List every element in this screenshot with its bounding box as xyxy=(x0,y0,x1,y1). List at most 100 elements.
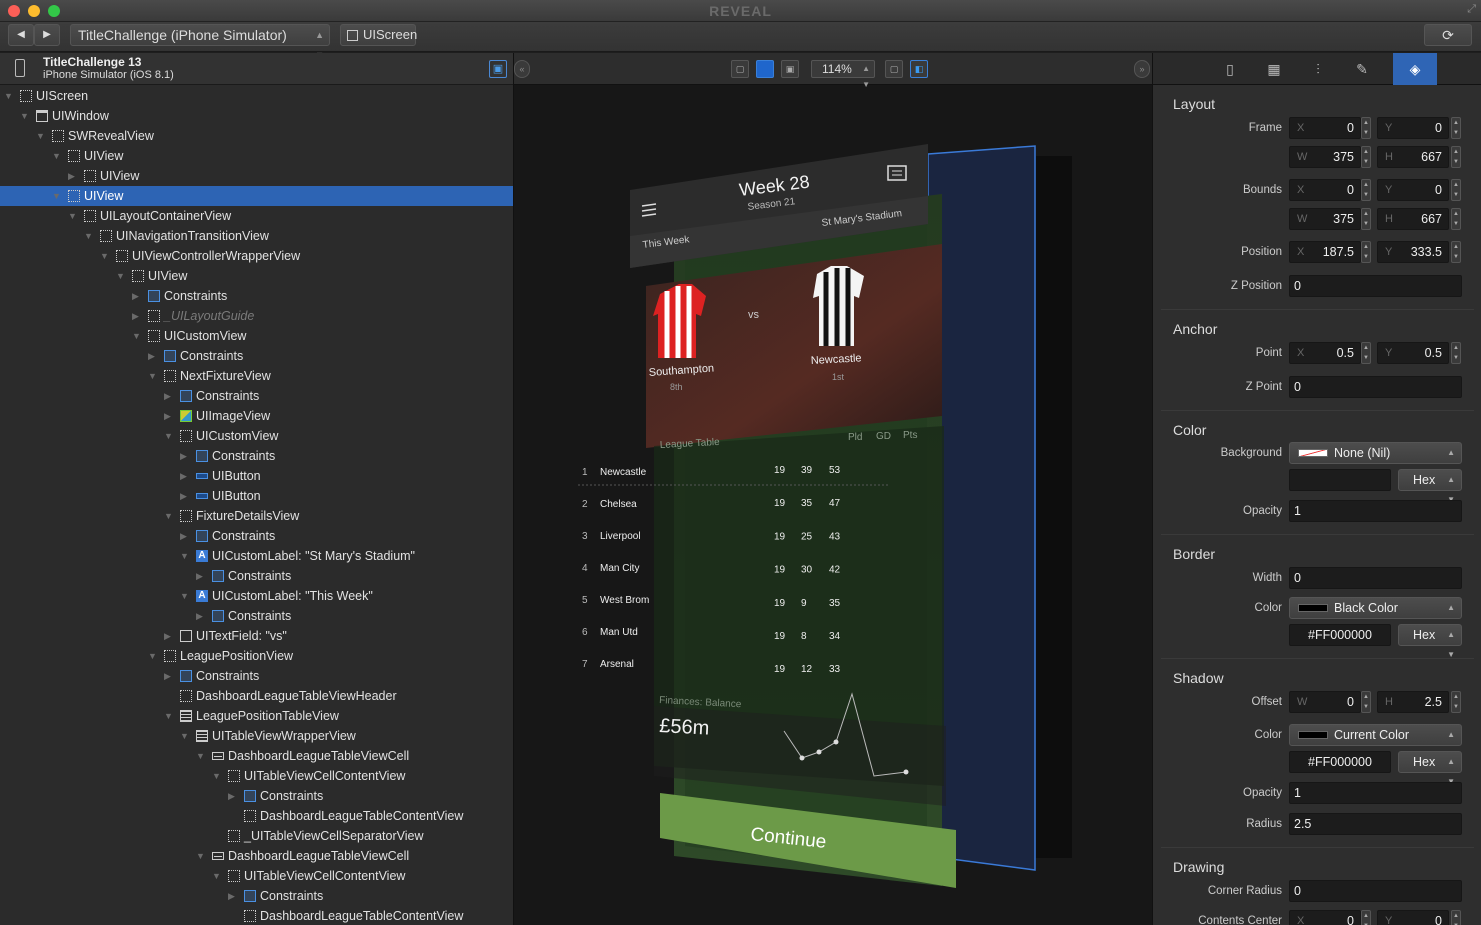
contents-center-y-field[interactable]: Y0 xyxy=(1377,910,1449,925)
frame-y-stepper[interactable]: ▲ ▼ xyxy=(1451,117,1461,139)
frame-x-stepper[interactable]: ▲ ▼ xyxy=(1361,117,1371,139)
disclosure-open-icon[interactable]: ▼ xyxy=(196,746,206,766)
tree-row[interactable]: ▶ Constraints xyxy=(0,886,513,906)
breadcrumb-uiscreen[interactable]: UIScreen xyxy=(340,24,417,46)
disclosure-open-icon[interactable]: ▼ xyxy=(52,146,62,166)
background-hex-field[interactable] xyxy=(1289,469,1391,491)
tree-row[interactable]: ▼ UIViewControllerWrapperView xyxy=(0,246,513,266)
tree-row[interactable]: DashboardLeagueTableContentView xyxy=(0,906,513,925)
tree-row[interactable]: DashboardLeagueTableViewHeader xyxy=(0,686,513,706)
anchor-y-field[interactable]: Y 0.5 xyxy=(1377,342,1449,364)
collapse-right-button[interactable]: » xyxy=(1134,60,1150,78)
disclosure-open-icon[interactable]: ▼ xyxy=(180,586,190,606)
sliders-tab-icon[interactable]: ⫶ xyxy=(1307,59,1329,79)
disclosure-closed-icon[interactable]: ▶ xyxy=(132,306,142,326)
tree-row[interactable]: ▼ UITableViewCellContentView xyxy=(0,766,513,786)
tree-row[interactable]: ▶ UIButton xyxy=(0,486,513,506)
position-y-field[interactable]: Y 333.5 xyxy=(1377,241,1449,263)
disclosure-open-icon[interactable]: ▼ xyxy=(132,326,142,346)
disclosure-open-icon[interactable]: ▼ xyxy=(180,726,190,746)
2d-mode-button[interactable]: ▢ xyxy=(885,60,903,78)
disclosure-open-icon[interactable]: ▼ xyxy=(68,206,78,226)
disclosure-open-icon[interactable]: ▼ xyxy=(164,506,174,526)
frame-x-field[interactable]: X0 xyxy=(1289,117,1361,139)
refresh-button[interactable]: ⟳ xyxy=(1424,24,1472,46)
disclosure-closed-icon[interactable]: ▶ xyxy=(68,166,78,186)
3d-canvas[interactable]: « ▢ ■ ▣ 114% ▲ ▼ ▢ ◧ » Week 28 Season 21… xyxy=(514,53,1152,925)
contents-center-x-stepper[interactable]: ▲▼ xyxy=(1361,910,1371,925)
bounds-w-stepper[interactable]: ▲ ▼ xyxy=(1361,208,1371,230)
contents-center-y-stepper[interactable]: ▲▼ xyxy=(1451,910,1461,925)
contents-center-x-field[interactable]: X0 xyxy=(1289,910,1361,925)
disclosure-closed-icon[interactable]: ▶ xyxy=(180,526,190,546)
disclosure-closed-icon[interactable]: ▶ xyxy=(180,466,190,486)
position-x-stepper[interactable]: ▲ ▼ xyxy=(1361,241,1371,263)
app-selector[interactable]: TitleChallenge (iPhone Simulator)▲▼ xyxy=(70,24,330,60)
tree-row[interactable]: ▼ DashboardLeagueTableViewCell xyxy=(0,846,513,866)
tree-row[interactable]: ▼ SWRevealView xyxy=(0,126,513,146)
shadow-offset-w-field[interactable]: W0 xyxy=(1289,691,1361,713)
anchor-x-field[interactable]: X 0.5 xyxy=(1289,342,1361,364)
disclosure-closed-icon[interactable]: ▶ xyxy=(164,386,174,406)
tree-row[interactable]: ▶ Constraints xyxy=(0,286,513,306)
disclosure-closed-icon[interactable]: ▶ xyxy=(164,666,174,686)
tree-row[interactable]: _UITableViewCellSeparatorView xyxy=(0,826,513,846)
tree-row[interactable]: ▶ Constraints xyxy=(0,786,513,806)
tree-row[interactable]: ▼ LeaguePositionTableView xyxy=(0,706,513,726)
tree-row[interactable]: ▶ UIView xyxy=(0,166,513,186)
border-hex-field[interactable]: #FF000000 xyxy=(1289,624,1391,646)
shadow-color-select[interactable]: Current Color▲▼ xyxy=(1289,724,1462,759)
tree-row[interactable]: ▼ UICustomView xyxy=(0,426,513,446)
anchor-y-stepper[interactable]: ▲ ▼ xyxy=(1451,342,1461,364)
background-color-select[interactable]: None (Nil)▲▼ xyxy=(1289,442,1462,477)
forward-button[interactable]: ▶ xyxy=(34,24,60,46)
disclosure-open-icon[interactable]: ▼ xyxy=(4,86,14,106)
tree-row[interactable]: ▶ UIButton xyxy=(0,466,513,486)
tree-row[interactable]: ▼ UILayoutContainerView xyxy=(0,206,513,226)
tree-row[interactable]: ▼ LeaguePositionView xyxy=(0,646,513,666)
disclosure-closed-icon[interactable]: ▶ xyxy=(196,566,206,586)
tree-row[interactable]: ▶ Constraints xyxy=(0,666,513,686)
tree-row[interactable]: ▶ Constraints xyxy=(0,566,513,586)
zposition-field[interactable]: 0 xyxy=(1289,275,1462,297)
disclosure-closed-icon[interactable]: ▶ xyxy=(148,346,158,366)
tree-row[interactable]: ▶ _UILayoutGuide xyxy=(0,306,513,326)
tree-row[interactable]: ▶ Constraints xyxy=(0,346,513,366)
bounds-h-field[interactable]: H 667 xyxy=(1377,208,1449,230)
disclosure-closed-icon[interactable]: ▶ xyxy=(164,626,174,646)
tree-row[interactable]: ▼ UIView xyxy=(0,146,513,166)
disclosure-open-icon[interactable]: ▼ xyxy=(52,186,62,206)
tree-row[interactable]: ▼ A UICustomLabel: "This Week" xyxy=(0,586,513,606)
ruler-tab-icon[interactable]: ✎ xyxy=(1351,59,1373,79)
disclosure-open-icon[interactable]: ▼ xyxy=(212,766,222,786)
disclosure-open-icon[interactable]: ▼ xyxy=(196,846,206,866)
disclosure-open-icon[interactable]: ▼ xyxy=(180,546,190,566)
disclosure-open-icon[interactable]: ▼ xyxy=(148,366,158,386)
disclosure-closed-icon[interactable]: ▶ xyxy=(164,406,174,426)
tree-row[interactable]: ▼ NextFixtureView xyxy=(0,366,513,386)
perspective-wireframe-button[interactable]: ▢ xyxy=(731,60,749,78)
perspective-solid-button[interactable]: ■ xyxy=(756,60,774,78)
shadow-hex-button[interactable]: Hex▲▼ xyxy=(1398,751,1462,786)
disclosure-closed-icon[interactable]: ▶ xyxy=(228,886,238,906)
tree-row[interactable]: ▼ UINavigationTransitionView xyxy=(0,226,513,246)
frame-h-field[interactable]: H 667 xyxy=(1377,146,1449,168)
shadow-offset-h-field[interactable]: H 2.5 xyxy=(1377,691,1449,713)
tree-row[interactable]: ▼ UIScreen xyxy=(0,86,513,106)
tree-row[interactable]: ▼ UITableViewCellContentView xyxy=(0,866,513,886)
disclosure-closed-icon[interactable]: ▶ xyxy=(228,786,238,806)
disclosure-closed-icon[interactable]: ▶ xyxy=(180,446,190,466)
anchor-x-stepper[interactable]: ▲ ▼ xyxy=(1361,342,1371,364)
frame-y-field[interactable]: Y0 xyxy=(1377,117,1449,139)
disclosure-open-icon[interactable]: ▼ xyxy=(84,226,94,246)
back-button[interactable]: ◀ xyxy=(8,24,34,46)
show-constraints-button[interactable]: ▣ xyxy=(489,60,507,78)
position-x-field[interactable]: X 187.5 xyxy=(1289,241,1361,263)
position-y-stepper[interactable]: ▲ ▼ xyxy=(1451,241,1461,263)
disclosure-open-icon[interactable]: ▼ xyxy=(20,106,30,126)
tree-row[interactable]: ▶ UITextField: "vs" xyxy=(0,626,513,646)
tree-row[interactable]: ▼ UIWindow xyxy=(0,106,513,126)
tree-row[interactable]: ▶ Constraints xyxy=(0,386,513,406)
disclosure-open-icon[interactable]: ▼ xyxy=(116,266,126,286)
disclosure-open-icon[interactable]: ▼ xyxy=(148,646,158,666)
